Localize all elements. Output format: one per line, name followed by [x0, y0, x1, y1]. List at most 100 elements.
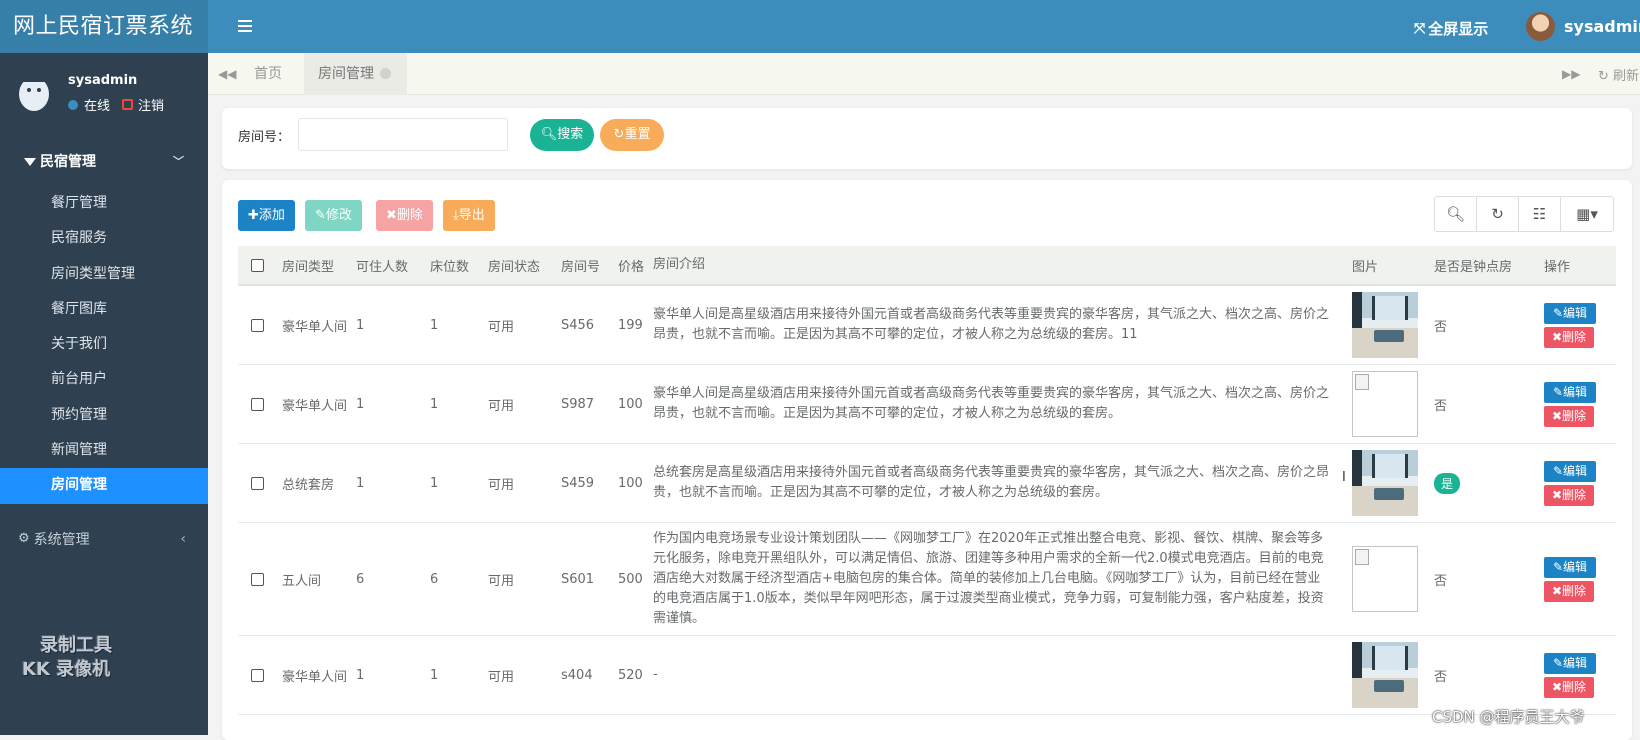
refresh-tab-button[interactable]: ↻ 刷新 [1598, 65, 1639, 84]
room-photo[interactable] [1352, 292, 1418, 358]
table-refresh-icon[interactable]: ↻ [1477, 197, 1519, 231]
cell-beds: 1 [430, 667, 439, 683]
table-header: 房间类型 可住人数 床位数 房间状态 房间号 价格 房间介绍 图片 是否是钟点房… [238, 246, 1616, 286]
user-menu[interactable]: sysadmin [1526, 12, 1640, 41]
delete-button[interactable]: ✖删除 [376, 200, 433, 231]
sidebar-item-4[interactable]: 关于我们 [0, 327, 208, 362]
text-cursor-icon: I [1342, 470, 1346, 485]
row-edit-button[interactable]: ✎编辑 [1544, 381, 1596, 403]
watermark-line2: KK 录像机 [22, 659, 111, 680]
row-edit-button[interactable]: ✎编辑 [1544, 652, 1596, 674]
export-button[interactable]: ⤓导出 [443, 200, 495, 231]
room-photo[interactable] [1352, 642, 1418, 708]
header-intro[interactable]: 房间介绍 [649, 255, 1346, 275]
row-checkbox[interactable] [250, 397, 264, 411]
delete-button-label: 删除 [396, 208, 423, 223]
table-row[interactable]: 总统套房 1 1 可用 S459 100 总统套房是高星级酒店用来接待外国元首或者高级商务代… [238, 444, 1616, 523]
tab-home[interactable]: 首页 [240, 53, 296, 95]
cell-room-type: 豪华单人间 [282, 398, 348, 414]
sidebar-item-0[interactable]: 餐厅管理 [0, 186, 208, 221]
row-edit-button[interactable]: ✎编辑 [1544, 460, 1596, 482]
toggle-view-icon[interactable]: ☷ [1519, 197, 1561, 231]
tab-room-management[interactable]: 房间管理 [304, 53, 407, 95]
table-search-icon[interactable]: 🔍︎ [1435, 197, 1477, 231]
header-room-no[interactable]: 房间号 [555, 256, 614, 275]
row-edit-button[interactable]: ✎编辑 [1544, 302, 1596, 324]
menu-items: 餐厅管理 民宿服务 房间类型管理 餐厅图库 关于我们 前台用户 预约管理 新闻管理 房间管理 [0, 186, 208, 504]
header-capacity[interactable]: 可住人数 [350, 256, 424, 275]
cell-beds: 1 [430, 317, 439, 333]
header-room-type[interactable]: 房间类型 [276, 256, 350, 275]
cell-hourly: 否 [1428, 316, 1528, 335]
sidebar-item-5[interactable]: 前台用户 [0, 362, 208, 397]
tab-scroll-left-icon[interactable]: ◀◀ [218, 67, 236, 81]
header-hourly[interactable]: 是否是钟点房 [1428, 256, 1528, 275]
row-checkbox[interactable] [250, 668, 264, 682]
table-tools: 🔍︎ ↻ ☷ ▦▾ [1434, 196, 1614, 232]
cell-image [1346, 642, 1428, 708]
online-label: 在线 [84, 99, 111, 114]
row-checkbox[interactable] [250, 572, 264, 586]
close-tab-icon[interactable] [380, 68, 391, 79]
add-button[interactable]: ✚添加 [238, 200, 295, 231]
sidebar-item-6[interactable]: 预约管理 [0, 398, 208, 433]
row-delete-button[interactable]: ✖删除 [1544, 326, 1594, 348]
sidebar-item-1[interactable]: 民宿服务 [0, 221, 208, 256]
top-user-name: sysadmin [1564, 17, 1640, 36]
hourly-badge: 是 [1434, 472, 1461, 494]
header-price[interactable]: 价格 [614, 256, 649, 275]
cell-intro: 作为国内电竞场景专业设计策划团队——《网咖梦工厂》在2020年正式推出整合电竞、… [653, 531, 1324, 626]
select-all-checkbox[interactable] [250, 258, 264, 272]
menu-group-homestay[interactable]: 民宿管理 ﹀ [0, 136, 208, 186]
row-delete-button[interactable]: ✖删除 [1544, 484, 1594, 506]
row-delete-button[interactable]: ✖删除 [1544, 676, 1594, 698]
cell-capacity: 1 [356, 475, 365, 491]
logout-link[interactable]: 注销 [138, 95, 164, 114]
row-delete-label: 删除 [1562, 408, 1587, 423]
cell-price: 520 [618, 667, 643, 683]
menu-group-system[interactable]: ⚙ 系统管理 ‹ [0, 514, 208, 564]
cell-price: 500 [618, 571, 643, 587]
sidebar-item-7[interactable]: 新闻管理 [0, 433, 208, 468]
broken-image-icon[interactable] [1352, 546, 1418, 612]
search-panel: 房间号： 🔍︎搜索 ↻重置 [222, 108, 1632, 169]
edit-button[interactable]: ✎修改 [305, 200, 362, 231]
reset-button[interactable]: ↻重置 [600, 119, 664, 151]
refresh-icon: ↻ [1598, 69, 1609, 84]
header-actions: 操作 [1544, 259, 1571, 275]
refresh-label: 刷新 [1613, 69, 1640, 84]
row-checkbox[interactable] [250, 476, 264, 490]
header-beds[interactable]: 床位数 [424, 256, 482, 275]
row-delete-button[interactable]: ✖删除 [1544, 405, 1594, 427]
sidebar-item-8[interactable]: 房间管理 [0, 468, 208, 504]
table-row[interactable]: 豪华单人间 1 1 可用 s404 520- 否 ✎编辑 ✖删除 [238, 636, 1616, 715]
cell-room-type: 豪华单人间 [282, 669, 348, 685]
broken-image-icon[interactable] [1352, 371, 1418, 437]
cell-actions: ✎编辑 ✖删除 [1528, 381, 1616, 427]
cell-beds: 1 [430, 396, 439, 412]
table-row[interactable]: 豪华单人间 1 1 可用 S987 100 豪华单人间是高星级酒店用来接待外国元首或者高级商… [238, 365, 1616, 444]
row-checkbox[interactable] [250, 318, 264, 332]
room-no-input[interactable] [298, 118, 508, 151]
row-edit-button[interactable]: ✎编辑 [1544, 556, 1596, 578]
room-photo[interactable] [1352, 450, 1418, 516]
logout-icon[interactable] [122, 99, 134, 110]
add-button-label: 添加 [258, 208, 285, 223]
csdn-watermark: CSDN @程序员王大爷 [1432, 708, 1585, 726]
table-row[interactable]: 五人间 6 6 可用 S601 500 作为国内电竞场景专业设计策划团队——《网咖梦工厂》在… [238, 523, 1616, 636]
fullscreen-button[interactable]: ⤧ 全屏显示 [1414, 18, 1488, 39]
search-button[interactable]: 🔍︎搜索 [530, 119, 594, 151]
cell-actions: ✎编辑 ✖删除 [1528, 302, 1616, 348]
hamburger-menu-icon[interactable] [238, 20, 252, 32]
row-delete-button[interactable]: ✖删除 [1544, 580, 1594, 602]
delete-icon: ✖ [1551, 679, 1563, 694]
cell-room-no: S456 [561, 317, 595, 333]
header-image[interactable]: 图片 [1346, 256, 1428, 275]
sidebar-item-2[interactable]: 房间类型管理 [0, 257, 208, 292]
cell-room-no: s404 [561, 667, 593, 683]
table-row[interactable]: 豪华单人间 1 1 可用 S456 199 豪华单人间是高星级酒店用来接待外国元首或者高级商… [238, 286, 1616, 365]
tab-scroll-right-icon[interactable]: ▶▶ [1562, 67, 1580, 81]
columns-dropdown-icon[interactable]: ▦▾ [1561, 197, 1613, 231]
header-status[interactable]: 房间状态 [482, 256, 555, 275]
sidebar-item-3[interactable]: 餐厅图库 [0, 292, 208, 327]
